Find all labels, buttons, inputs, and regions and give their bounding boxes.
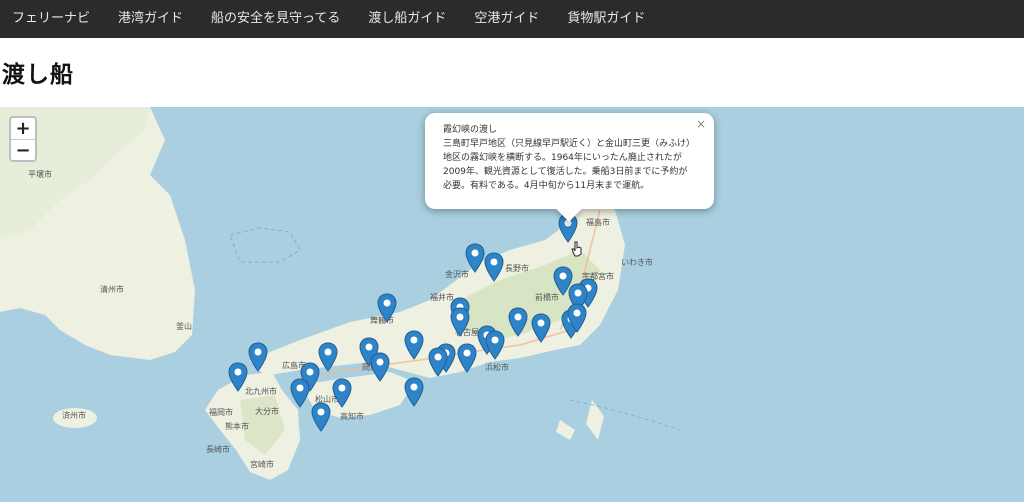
map-marker[interactable]	[465, 243, 485, 273]
map-marker[interactable]	[228, 362, 248, 392]
page-title: 渡し船	[2, 62, 74, 88]
nav-ferry-navi[interactable]: フェリーナビ	[0, 0, 104, 38]
map-marker[interactable]	[457, 343, 477, 373]
map-marker[interactable]	[377, 293, 397, 323]
nav-ship-safety[interactable]: 船の安全を見守ってる	[197, 0, 354, 38]
map-label: 済州市	[62, 410, 86, 420]
map-marker[interactable]	[404, 330, 424, 360]
nav-watashibune-guide[interactable]: 渡し船ガイド	[354, 0, 460, 38]
map-marker[interactable]	[248, 342, 268, 372]
map-label: 大分市	[255, 406, 279, 416]
map-label: 浜松市	[485, 362, 509, 372]
map-label: 福島市	[586, 217, 610, 227]
map-marker[interactable]	[370, 352, 390, 382]
map-marker[interactable]	[332, 378, 352, 408]
map-label: 平壌市	[28, 169, 52, 179]
popup-close-button[interactable]: ×	[696, 117, 706, 131]
popup-body: 三島町早戸地区（只見線早戸駅近く）と金山町三更（みふけ）地区の霧幻峡を横断する。…	[443, 139, 696, 191]
map-label: 熊本市	[225, 421, 249, 431]
zoom-out-button[interactable]: −	[11, 140, 35, 160]
hand-cursor-icon	[571, 241, 582, 257]
zoom-in-button[interactable]: +	[11, 118, 35, 140]
map-label: 高知市	[340, 411, 364, 421]
nav-freight-station-guide[interactable]: 貨物駅ガイド	[553, 0, 659, 38]
map-marker[interactable]	[404, 377, 424, 407]
map-label: 宮崎市	[250, 459, 274, 469]
top-navbar: フェリーナビ 港湾ガイド 船の安全を見守ってる 渡し船ガイド 空港ガイド 貨物駅…	[0, 0, 1024, 38]
map-label: 釜山	[176, 321, 192, 331]
map-marker[interactable]	[484, 252, 504, 282]
map-label: 清州市	[100, 284, 124, 294]
nav-port-guide[interactable]: 港湾ガイド	[104, 0, 197, 38]
map-marker[interactable]	[311, 402, 331, 432]
map-label: 北九州市	[245, 386, 277, 396]
zoom-control: + −	[9, 116, 37, 162]
map-marker[interactable]	[485, 330, 505, 360]
map-marker[interactable]	[567, 303, 587, 333]
map-label: 長野市	[505, 263, 529, 273]
map-marker[interactable]	[290, 378, 310, 408]
map-label: 長崎市	[206, 444, 230, 454]
map-marker[interactable]	[508, 307, 528, 337]
nav-airport-guide[interactable]: 空港ガイド	[460, 0, 553, 38]
map-marker[interactable]	[428, 347, 448, 377]
map-marker[interactable]	[450, 307, 470, 337]
map-label: いわき市	[621, 257, 653, 267]
map-marker[interactable]	[531, 313, 551, 343]
map-popup: × 霞幻峡の渡し 三島町早戸地区（只見線早戸駅近く）と金山町三更（みふけ）地区の…	[425, 113, 714, 222]
popup-title: 霞幻峡の渡し	[443, 125, 498, 135]
map-label: 福岡市	[209, 407, 233, 417]
map-marker[interactable]	[318, 342, 338, 372]
